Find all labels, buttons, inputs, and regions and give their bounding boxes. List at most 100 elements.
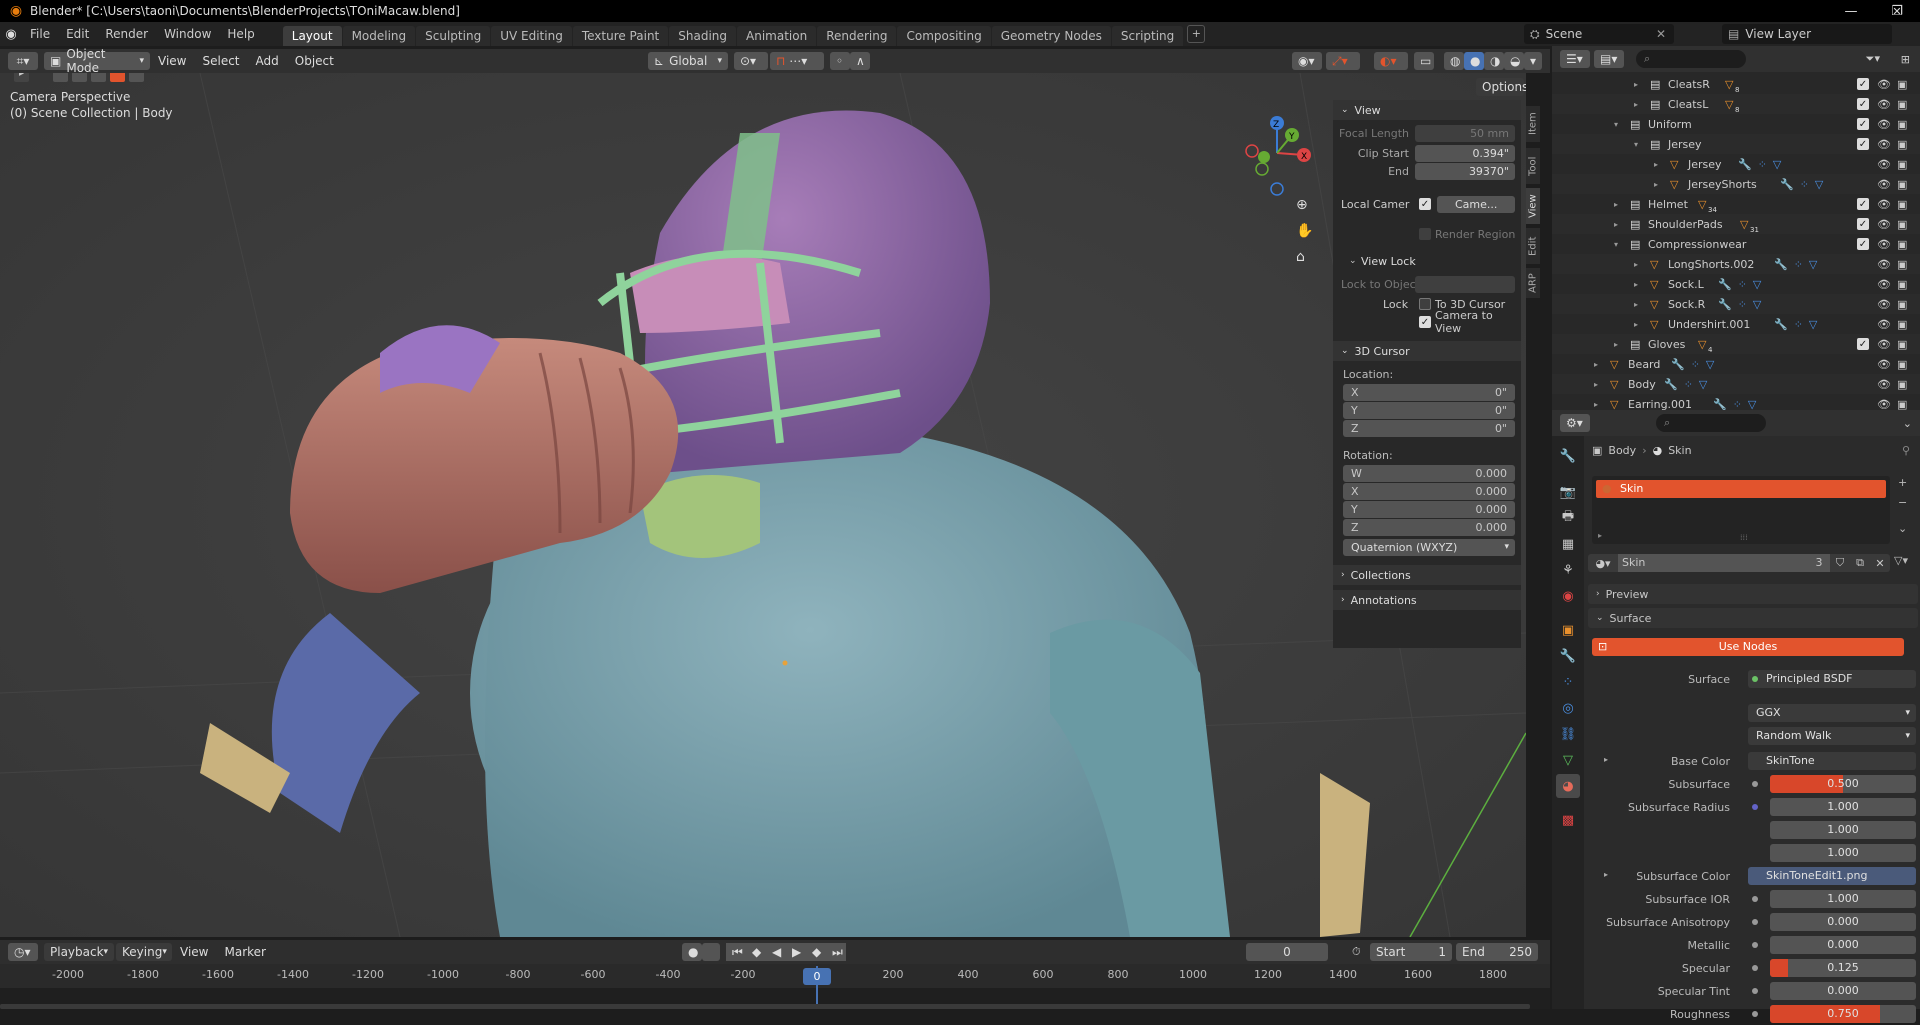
- 3d-viewport[interactable]: Camera Perspective (0) Scene Collection …: [0, 73, 1526, 937]
- input-field[interactable]: 0.000: [1770, 982, 1916, 1000]
- outliner-item[interactable]: ▾ ▤ Uniform ✓ 👁 ▣: [1552, 114, 1920, 134]
- workspace-tab-sculpting[interactable]: Sculpting: [416, 26, 491, 46]
- material-shading-icon[interactable]: ◑: [1484, 52, 1504, 70]
- add-slot-icon[interactable]: +: [1898, 476, 1907, 489]
- use-nodes-button[interactable]: ⊡ Use Nodes: [1592, 638, 1904, 656]
- clip-end-field[interactable]: 39370": [1415, 162, 1515, 180]
- expand-arrow-icon[interactable]: ▾: [1614, 240, 1618, 249]
- select-tool-icon[interactable]: ▸: [14, 73, 29, 82]
- render-camera-icon[interactable]: ▣: [1897, 98, 1907, 111]
- outliner-item[interactable]: ▸ ▽ Sock.R 🔧⁘▽ 👁 ▣: [1552, 294, 1920, 314]
- physics-tab-icon[interactable]: ◎: [1556, 696, 1580, 720]
- render-camera-icon[interactable]: ▣: [1897, 138, 1907, 151]
- outliner-item[interactable]: ▸ ▽ Earring.001 🔧⁘▽ 👁 ▣: [1552, 394, 1920, 411]
- expand-arrow-icon[interactable]: ▸: [1654, 160, 1658, 169]
- expand-arrow-icon[interactable]: ▾: [1634, 140, 1638, 149]
- sidebar-tab-tool[interactable]: Tool: [1526, 148, 1540, 184]
- preview-panel-header[interactable]: › Preview: [1588, 584, 1918, 604]
- input-field[interactable]: 0.000: [1770, 936, 1916, 954]
- render-camera-icon[interactable]: ▣: [1897, 358, 1907, 371]
- world-tab-icon[interactable]: ◉: [1556, 584, 1580, 608]
- material-name-field[interactable]: Skin: [1618, 554, 1808, 572]
- select-subtract-icon[interactable]: [91, 73, 106, 82]
- eye-icon[interactable]: 👁: [1877, 218, 1891, 231]
- sidebar-tab-item[interactable]: Item: [1526, 106, 1540, 142]
- outliner-search-input[interactable]: ⌕: [1636, 50, 1746, 68]
- menu-render[interactable]: Render: [97, 27, 156, 41]
- render-camera-icon[interactable]: ▣: [1897, 78, 1907, 91]
- prev-key-icon[interactable]: ◆: [746, 943, 766, 961]
- link-dropdown-icon[interactable]: ▽▾: [1894, 554, 1908, 567]
- overlay-icon[interactable]: ◐▾: [1374, 52, 1408, 70]
- surface-shader-field[interactable]: Principled BSDF: [1748, 670, 1916, 688]
- location-field[interactable]: X 0": [1343, 383, 1515, 401]
- rotation-field[interactable]: Y 0.000: [1343, 500, 1515, 518]
- socket-icon[interactable]: [1752, 804, 1758, 810]
- minimize-icon[interactable]: —: [1828, 0, 1874, 22]
- eye-icon[interactable]: 👁: [1877, 78, 1891, 91]
- eye-icon[interactable]: 👁: [1877, 398, 1891, 411]
- camera-to-view-checkbox[interactable]: ✓: [1419, 316, 1431, 328]
- outliner-item[interactable]: ▾ ▤ Jersey ✓ 👁 ▣: [1552, 134, 1920, 154]
- view-layer-selector[interactable]: ▤ View Layer: [1722, 24, 1892, 44]
- expand-arrow-icon[interactable]: ▸: [1634, 280, 1638, 289]
- material-tab-icon[interactable]: ◕: [1556, 774, 1580, 798]
- expand-arrow-icon[interactable]: ▸: [1634, 300, 1638, 309]
- expand-arrow-icon[interactable]: ▸: [1634, 80, 1638, 89]
- input-field[interactable]: 1.000: [1770, 844, 1916, 862]
- remove-slot-icon[interactable]: −: [1898, 496, 1907, 509]
- record-icon[interactable]: ●: [682, 943, 702, 961]
- texture-tab-icon[interactable]: ▩: [1556, 808, 1580, 832]
- menu-window[interactable]: Window: [156, 27, 219, 41]
- filter-icon[interactable]: ⏷▾: [1866, 52, 1880, 66]
- local-camera-checkbox[interactable]: ✓: [1419, 198, 1431, 210]
- playback-menu[interactable]: Playback ▾: [44, 943, 114, 961]
- proportional-edit-icon[interactable]: ◦: [830, 52, 850, 70]
- outliner-item[interactable]: ▸ ▽ Body 🔧⁘▽ 👁 ▣: [1552, 374, 1920, 394]
- render-camera-icon[interactable]: ▣: [1897, 298, 1907, 311]
- cursor-location-y[interactable]: Y 0": [1333, 401, 1521, 419]
- input-field[interactable]: 1.000: [1770, 890, 1916, 908]
- 3d-cursor[interactable]: [782, 660, 788, 666]
- exclude-checkbox[interactable]: ✓: [1857, 138, 1869, 150]
- blender-menu-icon[interactable]: ◉: [0, 27, 22, 42]
- outliner-item[interactable]: ▸ ▤ CleatsR ▽ 8 ✓ 👁 ▣: [1552, 74, 1920, 95]
- socket-icon[interactable]: [1752, 781, 1758, 787]
- sidebar-tab-edit[interactable]: Edit: [1526, 228, 1540, 264]
- exclude-checkbox[interactable]: ✓: [1857, 98, 1869, 110]
- expand-arrow-icon[interactable]: ▸: [1654, 180, 1658, 189]
- rotation-field[interactable]: X 0.000: [1343, 482, 1515, 500]
- cursor-rotation-w[interactable]: W 0.000: [1333, 464, 1521, 482]
- expand-arrow-icon[interactable]: ▸: [1614, 220, 1618, 229]
- material-slot-list[interactable]: ● Skin ▸ ⁞⁞⁞: [1592, 476, 1890, 544]
- keying-menu[interactable]: Keying ▾: [116, 943, 172, 961]
- workspace-tab-layout[interactable]: Layout: [282, 26, 342, 46]
- location-field[interactable]: Y 0": [1343, 401, 1515, 419]
- auto-key-options-icon[interactable]: [702, 943, 720, 961]
- cursor-location-z[interactable]: Z 0": [1333, 419, 1521, 437]
- browse-material-icon[interactable]: ◕▾: [1588, 557, 1618, 570]
- add-menu[interactable]: Add: [248, 54, 287, 68]
- eye-icon[interactable]: 👁: [1877, 378, 1891, 391]
- cursor-rotation-y[interactable]: Y 0.000: [1333, 500, 1521, 518]
- render-camera-icon[interactable]: ▣: [1897, 178, 1907, 191]
- close-window-icon[interactable]: ✕: [1874, 0, 1920, 22]
- start-frame-field[interactable]: Start 1: [1370, 943, 1452, 961]
- frame-ruler[interactable]: -2000 -1800 -1600 -1400 -1200 -1000 -800 -600 -4…: [0, 964, 1550, 988]
- pan-hand-icon[interactable]: ✋: [1296, 223, 1313, 239]
- socket-icon[interactable]: [1752, 942, 1758, 948]
- jump-start-icon[interactable]: ⏮: [726, 943, 746, 961]
- output-tab-icon[interactable]: 🖶: [1556, 506, 1580, 530]
- next-key-icon[interactable]: ◆: [806, 943, 826, 961]
- outliner-editor-type-icon[interactable]: ☰▾: [1560, 50, 1590, 68]
- options-dropdown[interactable]: Options▾: [1476, 78, 1526, 96]
- eye-icon[interactable]: 👁: [1877, 318, 1891, 331]
- render-camera-icon[interactable]: ▣: [1897, 338, 1907, 351]
- workspace-tab-rendering[interactable]: Rendering: [817, 26, 897, 46]
- render-camera-icon[interactable]: ▣: [1897, 198, 1907, 211]
- timeline-editor-type-icon[interactable]: ◷▾: [8, 943, 38, 961]
- navigation-gizmo[interactable]: Z X Y: [1242, 113, 1312, 203]
- object-tab-icon[interactable]: ▣: [1556, 618, 1580, 642]
- eye-icon[interactable]: 👁: [1877, 258, 1891, 271]
- annotations-header[interactable]: › Annotations: [1333, 590, 1521, 610]
